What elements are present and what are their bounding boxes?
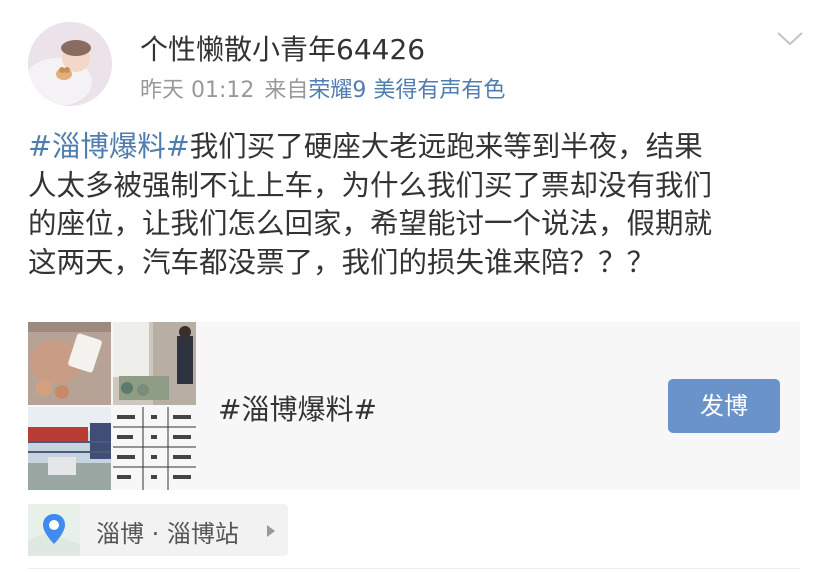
topic-thumbnails [28, 322, 196, 490]
thumbnail-ticket-table [113, 407, 196, 490]
avatar[interactable] [28, 22, 112, 106]
post-line-text: 的座位，让我们怎么回家，希望能讨一个说法，假期就 [28, 207, 713, 240]
divider [28, 568, 800, 569]
username[interactable]: 个性懒散小青年64426 [140, 28, 425, 68]
topic-card[interactable]: #淄博爆料# 发博 [28, 322, 800, 490]
post-line: #淄博爆料#我们买了硬座大老远跑来等到半夜，结果 [28, 128, 818, 167]
source-prefix: 来自 [264, 78, 309, 103]
post-text: #淄博爆料#我们买了硬座大老远跑来等到半夜，结果 人太多被强制不让上车，为什么我… [28, 128, 818, 282]
thumbnail-bag-photo [28, 322, 111, 405]
post-line: 人太多被强制不让上车，为什么我们买了票却没有我们 [28, 167, 818, 206]
post-time: 昨天 01:12 [140, 78, 255, 103]
hashtag-link[interactable]: #淄博爆料# [28, 130, 190, 163]
topic-title[interactable]: #淄博爆料# [218, 388, 377, 428]
location-chip[interactable]: 淄博 · 淄博站 [28, 504, 288, 556]
thumbnail-fence-photo [28, 407, 111, 490]
post-weibo-button[interactable]: 发博 [668, 379, 780, 433]
post-line-text: 我们买了硬座大老远跑来等到半夜，结果 [189, 130, 703, 163]
triangle-right-icon [266, 523, 276, 537]
map-pin-icon [28, 504, 80, 556]
avatar-image [28, 22, 112, 106]
post-meta: 昨天 01:12 来自荣耀9 美得有声有色 [140, 72, 505, 104]
post-line: 的座位，让我们怎么回家，希望能讨一个说法，假期就 [28, 205, 818, 244]
thumbnail-station-photo [113, 322, 196, 405]
post-line: 这两天，汽车都没票了，我们的损失谁来陪？？？ [28, 244, 818, 283]
post-line-text: 人太多被强制不让上车，为什么我们买了票却没有我们 [28, 168, 713, 202]
location-label: 淄博 · 淄博站 [96, 520, 239, 548]
post-line-text: 这两天，汽车都没票了，我们的损失谁来陪？？？ [28, 245, 656, 279]
chevron-down-icon[interactable] [776, 28, 804, 50]
post-source[interactable]: 荣耀9 美得有声有色 [308, 78, 505, 103]
